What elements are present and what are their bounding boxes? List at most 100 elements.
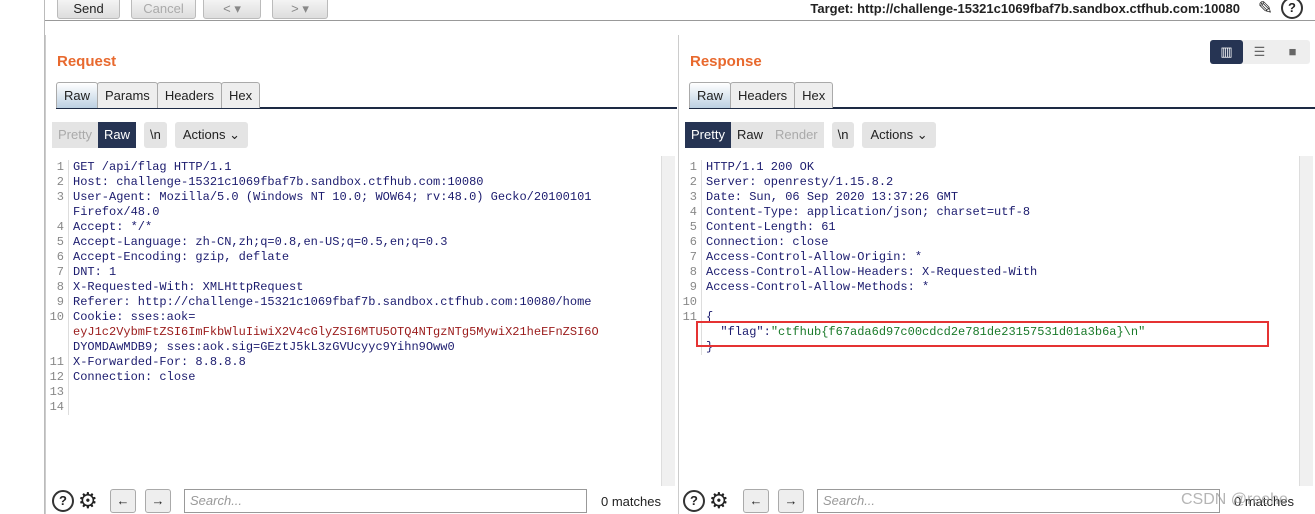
line-number: 3 bbox=[56, 190, 64, 204]
tab-raw[interactable]: Raw bbox=[689, 82, 732, 108]
previous-match-button[interactable]: ← bbox=[743, 489, 769, 513]
stacked-layout-icon[interactable]: ☰ bbox=[1243, 40, 1276, 64]
render-button[interactable]: Render bbox=[768, 122, 824, 148]
line-content: Content-Type: application/json; charset=… bbox=[706, 205, 1031, 219]
line-number: 1 bbox=[689, 160, 697, 174]
line-number: 6 bbox=[689, 235, 697, 249]
line-text: Cookie: sses:aok= bbox=[68, 310, 195, 325]
actions-dropdown[interactable]: Actions ⌄ bbox=[174, 122, 248, 148]
help-icon[interactable]: ? bbox=[1281, 0, 1303, 19]
line-number: 6 bbox=[56, 250, 64, 264]
search-input[interactable]: Search... bbox=[184, 489, 587, 513]
code-line: 1 GET /api/flag HTTP/1.1 bbox=[46, 160, 673, 175]
next-match-button[interactable]: → bbox=[145, 489, 171, 513]
line-content: X-Requested-With: XMLHttpRequest bbox=[73, 280, 304, 294]
line-text: Accept-Encoding: gzip, deflate bbox=[68, 250, 289, 265]
line-number: 13 bbox=[49, 385, 64, 399]
request-editor[interactable]: 1 GET /api/flag HTTP/1.1 2 Host: challenge-… bbox=[46, 156, 673, 486]
line-content: Connection: close bbox=[706, 235, 829, 249]
line-content: DYOMDAwMDB9; sses:aok.sig=GEztJ5kL3zGVUc… bbox=[73, 340, 455, 354]
request-tabs: Raw Params Headers Hex bbox=[56, 82, 677, 109]
tab-params[interactable]: Params bbox=[97, 82, 158, 108]
send-button[interactable]: Send bbox=[57, 0, 120, 19]
actions-dropdown[interactable]: Actions ⌄ bbox=[862, 122, 936, 148]
edit-pencil-icon[interactable]: ✎ bbox=[1258, 0, 1273, 19]
code-line: 7 DNT: 1 bbox=[46, 265, 673, 280]
line-number: 7 bbox=[689, 250, 697, 264]
pretty-button[interactable]: Pretty bbox=[685, 122, 731, 148]
back-button[interactable]: < ▾ bbox=[203, 0, 261, 19]
line-number: 7 bbox=[56, 265, 64, 279]
line-content: Cookie: sses:aok= bbox=[73, 310, 196, 324]
line-content: Server: openresty/1.15.8.2 bbox=[706, 175, 894, 189]
code-line: 10 bbox=[679, 295, 1311, 310]
forward-button[interactable]: > ▾ bbox=[272, 0, 328, 19]
line-number: 5 bbox=[689, 220, 697, 234]
line-number bbox=[46, 325, 68, 340]
line-text: Referer: http://challenge-15321c1069fbaf… bbox=[68, 295, 591, 310]
previous-match-button[interactable]: ← bbox=[110, 489, 136, 513]
tab-hex[interactable]: Hex bbox=[220, 82, 261, 108]
side-by-side-layout-icon[interactable]: ▥ bbox=[1210, 40, 1243, 64]
help-icon[interactable]: ? bbox=[52, 490, 74, 512]
pretty-button[interactable]: Pretty bbox=[52, 122, 98, 148]
line-number: 2 bbox=[689, 175, 697, 189]
line-content: eyJ1c2VybmFtZSI6ImFkbWluIiwiX2V4cGlyZSI6… bbox=[73, 325, 599, 339]
line-text: DNT: 1 bbox=[68, 265, 116, 280]
line-content: Content-Length: 61 bbox=[706, 220, 836, 234]
raw-button[interactable]: Raw bbox=[730, 122, 769, 148]
response-tabs: Raw Headers Hex bbox=[689, 82, 1315, 109]
line-content: Connection: close bbox=[73, 370, 196, 384]
line-content: HTTP/1.1 200 OK bbox=[706, 160, 815, 174]
target-url[interactable]: Target: http://challenge-15321c1069fbaf7… bbox=[810, 1, 1240, 16]
code-line: 4 Content-Type: application/json; charset… bbox=[679, 205, 1311, 220]
line-text: Host: challenge-15321c1069fbaf7b.sandbox… bbox=[68, 175, 483, 190]
tab-headers[interactable]: Headers bbox=[730, 82, 796, 108]
watermark: CSDN @reehe bbox=[1181, 491, 1288, 508]
line-text: Access-Control-Allow-Origin: * bbox=[701, 250, 922, 265]
line-number: 8 bbox=[689, 265, 697, 279]
help-icon[interactable]: ? bbox=[683, 490, 705, 512]
response-panel: Response ▥ ☰ ■ Raw Headers Hex Pretty Raw Rend… bbox=[678, 35, 1315, 514]
line-content: User-Agent: Mozilla/5.0 (Windows NT 10.0… bbox=[73, 190, 592, 204]
code-line: 3 Date: Sun, 06 Sep 2020 13:37:26 GMT bbox=[679, 190, 1311, 205]
line-number: 9 bbox=[689, 280, 697, 294]
line-content: Access-Control-Allow-Headers: X-Requeste… bbox=[706, 265, 1038, 279]
line-number: 2 bbox=[56, 175, 64, 189]
line-text: Server: openresty/1.15.8.2 bbox=[701, 175, 893, 190]
line-text bbox=[68, 400, 73, 415]
line-number: 3 bbox=[689, 190, 697, 204]
request-title: Request bbox=[57, 53, 117, 70]
code-line: DYOMDAwMDB9; sses:aok.sig=GEztJ5kL3zGVUc… bbox=[46, 340, 673, 355]
code-line: 8 Access-Control-Allow-Headers: X-Request… bbox=[679, 265, 1311, 280]
search-input[interactable]: Search... bbox=[817, 489, 1220, 513]
code-line: 14 bbox=[46, 400, 673, 415]
line-text: User-Agent: Mozilla/5.0 (Windows NT 10.0… bbox=[68, 190, 591, 205]
raw-button[interactable]: Raw bbox=[97, 122, 136, 148]
code-line: 10 Cookie: sses:aok= bbox=[46, 310, 673, 325]
single-layout-icon[interactable]: ■ bbox=[1276, 40, 1309, 64]
code-line: 6 Accept-Encoding: gzip, deflate bbox=[46, 250, 673, 265]
newline-button[interactable]: \n bbox=[143, 122, 167, 148]
tab-raw[interactable]: Raw bbox=[56, 82, 99, 108]
line-number: 9 bbox=[56, 295, 64, 309]
response-scrollbar[interactable] bbox=[1299, 156, 1313, 486]
line-text: Access-Control-Allow-Headers: X-Requeste… bbox=[701, 265, 1037, 280]
next-match-button[interactable]: → bbox=[778, 489, 804, 513]
line-number: 11 bbox=[49, 355, 64, 369]
tab-hex[interactable]: Hex bbox=[794, 82, 834, 108]
line-content: Firefox/48.0 bbox=[73, 205, 160, 219]
cancel-button[interactable]: Cancel bbox=[131, 0, 196, 19]
request-scrollbar[interactable] bbox=[661, 156, 675, 486]
gear-icon[interactable]: ⚙ bbox=[78, 488, 98, 514]
gear-icon[interactable]: ⚙ bbox=[709, 488, 729, 514]
code-line: 9 Referer: http://challenge-15321c1069fba… bbox=[46, 295, 673, 310]
code-line: 6 Connection: close bbox=[679, 235, 1311, 250]
newline-button[interactable]: \n bbox=[831, 122, 855, 148]
tab-headers[interactable]: Headers bbox=[156, 82, 222, 108]
code-line: 3 User-Agent: Mozilla/5.0 (Windows NT 10.… bbox=[46, 190, 673, 205]
code-line: 2 Server: openresty/1.15.8.2 bbox=[679, 175, 1311, 190]
line-number: 4 bbox=[56, 220, 64, 234]
line-text: X-Forwarded-For: 8.8.8.8 bbox=[68, 355, 246, 370]
code-line: 4 Accept: */* bbox=[46, 220, 673, 235]
